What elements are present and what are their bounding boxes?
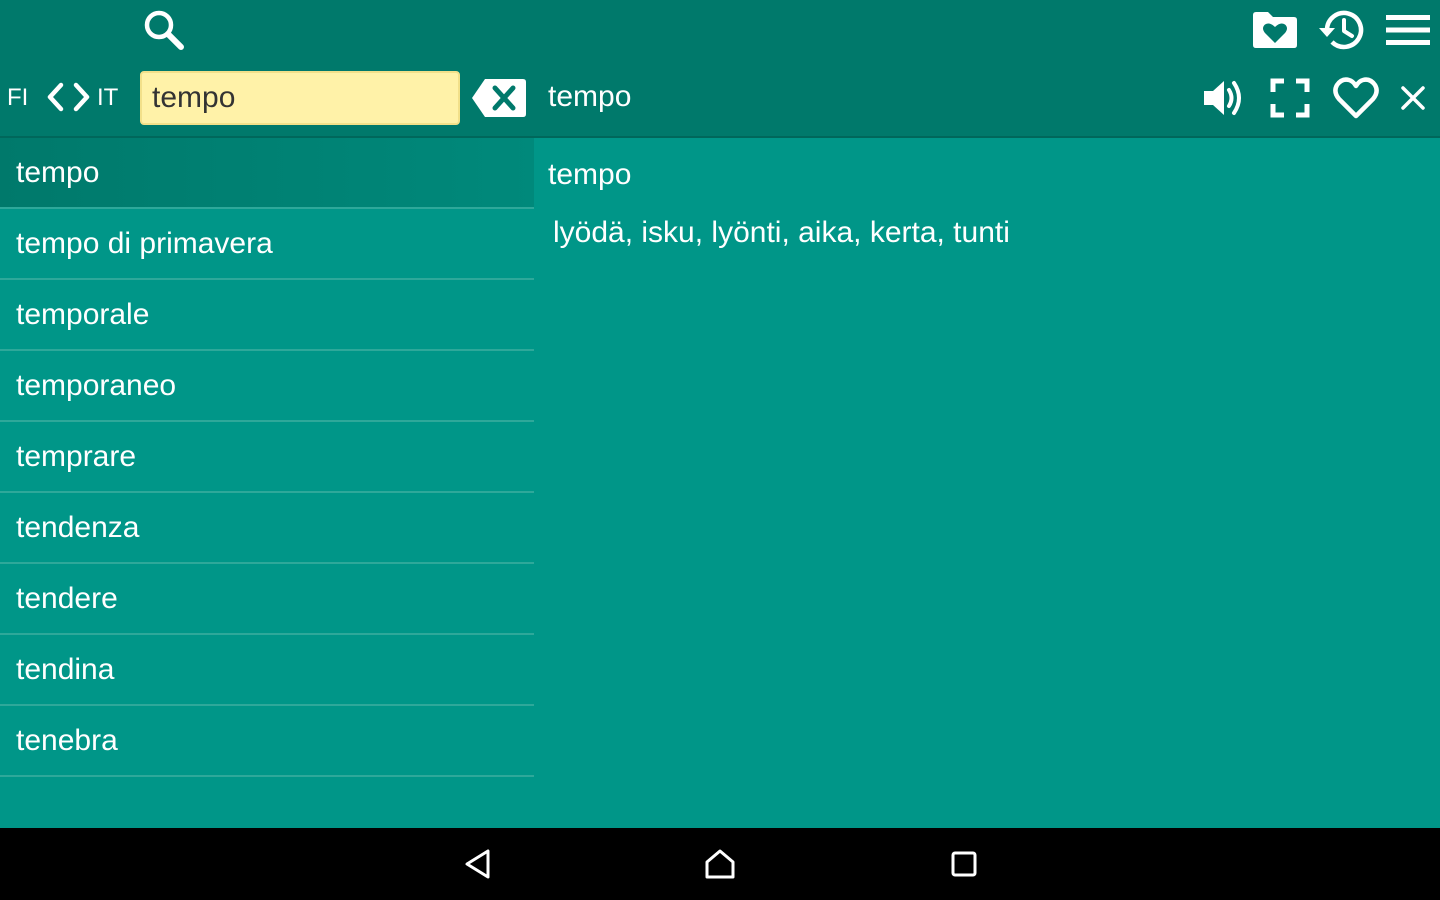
target-language-label: IT: [97, 84, 119, 111]
fullscreen-icon: [1270, 78, 1310, 118]
recents-square-icon: [951, 851, 977, 877]
search-button[interactable]: [136, 4, 192, 56]
list-item[interactable]: temporale: [0, 280, 534, 351]
speak-button[interactable]: [1196, 72, 1252, 124]
fullscreen-button[interactable]: [1264, 72, 1316, 124]
back-triangle-icon: [465, 849, 490, 879]
list-item[interactable]: tenebra: [0, 706, 534, 777]
translation-pane: tempo lyödä, isku, lyönti, aika, kerta, …: [534, 138, 1440, 828]
list-item-label: tendina: [16, 652, 115, 686]
list-item[interactable]: temporaneo: [0, 351, 534, 422]
home-icon: [705, 849, 735, 879]
close-detail-button[interactable]: [1390, 72, 1436, 124]
detail-header-word: tempo: [548, 80, 632, 113]
menu-button[interactable]: [1380, 4, 1436, 56]
system-navigation-bar: [0, 828, 1440, 900]
favorite-button[interactable]: [1328, 72, 1384, 124]
list-item-label: tenebra: [16, 723, 118, 757]
source-language-label: FI: [7, 84, 29, 111]
list-item[interactable]: tempo di primavera: [0, 209, 534, 280]
search-input[interactable]: [140, 71, 460, 125]
search-icon: [144, 10, 184, 50]
history-icon: [1319, 10, 1364, 50]
app-bar: FI IT tempo: [0, 0, 1440, 138]
folder-heart-icon: [1253, 12, 1297, 48]
list-item-label: tempo di primavera: [16, 226, 273, 260]
favorites-folder-button[interactable]: [1246, 4, 1304, 56]
entry-translation: lyödä, isku, lyönti, aika, kerta, tunti: [553, 216, 1010, 249]
speaker-icon: [1204, 81, 1241, 115]
list-item[interactable]: tempo: [0, 138, 534, 209]
chevron-left-right-icon: [47, 82, 90, 112]
list-item-label: tempo: [16, 155, 100, 189]
list-item-label: temporaneo: [16, 368, 177, 402]
list-item[interactable]: tendina: [0, 635, 534, 706]
history-button[interactable]: [1313, 4, 1371, 56]
nav-home-button[interactable]: [694, 838, 746, 890]
language-switch[interactable]: FI IT: [0, 72, 132, 124]
nav-back-button[interactable]: [452, 838, 504, 890]
entry-word: tempo: [548, 158, 632, 191]
list-item[interactable]: temprare: [0, 422, 534, 493]
list-item-label: temporale: [16, 297, 150, 331]
list-item-label: tendere: [16, 581, 118, 615]
word-list: tempo tempo di primavera temporale tempo…: [0, 138, 534, 828]
list-item[interactable]: tendere: [0, 564, 534, 635]
heart-outline-icon: [1333, 77, 1379, 119]
hamburger-menu-icon: [1386, 15, 1430, 45]
list-item[interactable]: tendenza: [0, 493, 534, 564]
dictionary-app: FI IT tempo tempo tempo tempo di primave…: [0, 0, 1440, 900]
close-icon: [1401, 86, 1425, 110]
nav-recents-button[interactable]: [938, 838, 990, 890]
list-item-label: tendenza: [16, 510, 140, 544]
clear-search-button[interactable]: [470, 74, 528, 122]
list-item-label: temprare: [16, 439, 137, 473]
backspace-x-icon: [472, 79, 526, 117]
